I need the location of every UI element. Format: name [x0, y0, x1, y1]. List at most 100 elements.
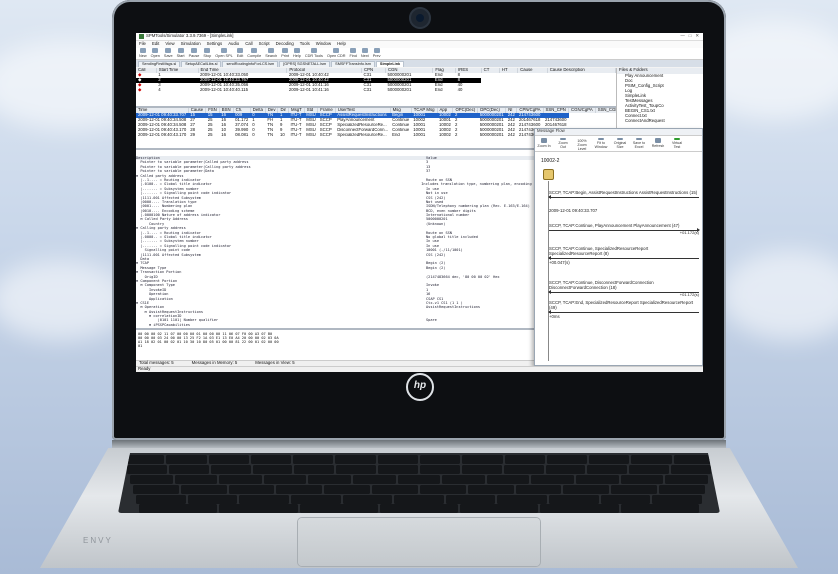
flow-message[interactable]: SCCP, TCAP:Continue, PlayAnnouncement Pl…: [549, 223, 700, 236]
keyboard-key[interactable]: [442, 475, 485, 484]
keyboard-key[interactable]: [130, 475, 173, 484]
keyboard-key[interactable]: [486, 475, 530, 484]
keyboard-key[interactable]: [127, 465, 167, 474]
call-row[interactable]: ◆ 4 2009-12-01 10:40:40.115 2009-12-01 10:4…: [136, 88, 616, 93]
keyboard-key[interactable]: [503, 465, 544, 474]
keyboard-key[interactable]: [462, 455, 503, 464]
ribbon-button-open[interactable]: Open: [151, 48, 160, 58]
flow-message[interactable]: +0ms: [549, 314, 699, 320]
ribbon-button-pause[interactable]: Pause: [189, 48, 199, 58]
flow-message[interactable]: SCCP, TCAP:Continue, SpecializedResource…: [548, 246, 699, 261]
keyboard-key[interactable]: [620, 504, 699, 513]
flow-message[interactable]: SCCP, TCAP:Begin, AssistRequestInstructi…: [548, 190, 699, 200]
ribbon-button-search[interactable]: Search: [265, 48, 277, 58]
keyboard-key[interactable]: [611, 485, 658, 494]
keyboard-key[interactable]: [515, 485, 562, 494]
keyboard-key[interactable]: [531, 475, 575, 484]
menu-window[interactable]: Window: [316, 41, 331, 47]
keyboard-key[interactable]: [353, 475, 396, 484]
keyboard-key[interactable]: [631, 455, 672, 464]
keyboard-key[interactable]: [461, 465, 502, 474]
keyboard-key[interactable]: [671, 465, 712, 474]
keyboard-key[interactable]: [187, 495, 238, 504]
flow-zoom-in-button[interactable]: Zoom In: [537, 138, 551, 149]
menu-decoding[interactable]: Decoding: [276, 41, 294, 47]
call-column-header[interactable]: HT: [499, 68, 519, 73]
keyboard-key[interactable]: [419, 485, 466, 494]
keyboard-key[interactable]: [294, 465, 335, 474]
menu-file[interactable]: File: [139, 41, 146, 47]
document-tab[interactable]: SendingFirstMsgs.sl: [138, 61, 181, 67]
flow-virtual-test-button[interactable]: Virtual Test: [670, 138, 684, 149]
document-tab[interactable]: SMSFFTransInfo.lsm: [331, 61, 375, 67]
flow-original-size-button[interactable]: Original Size: [613, 138, 627, 149]
keyboard-key[interactable]: [335, 455, 376, 464]
menu-view[interactable]: View: [165, 41, 174, 47]
keyboard-key[interactable]: [397, 475, 441, 484]
keyboard-key[interactable]: [497, 495, 548, 504]
keyboard-key[interactable]: [208, 455, 249, 464]
keyboard-key[interactable]: [336, 465, 377, 474]
keyboard-key[interactable]: [210, 465, 251, 474]
keyboard-key[interactable]: [665, 475, 708, 484]
ribbon-button-start[interactable]: Start: [177, 48, 185, 58]
document-tab[interactable]: [GPRS] SGSNETALL.lsm: [279, 61, 331, 67]
keyboard-key[interactable]: [545, 465, 586, 474]
menu-edit[interactable]: Edit: [152, 41, 159, 47]
flow-fit-to-window-button[interactable]: Fit to Window: [594, 138, 608, 149]
keyboard-key[interactable]: [587, 465, 628, 474]
flow-message[interactable]: +00.047(s): [549, 260, 699, 266]
keyboard-key[interactable]: [180, 485, 227, 494]
ribbon-button-save[interactable]: Save: [164, 48, 173, 58]
keyboard-key[interactable]: [136, 495, 186, 504]
keyboard-key[interactable]: [659, 485, 705, 494]
keyboard-key[interactable]: [276, 485, 323, 494]
call-column-header[interactable]: Cause Description: [547, 68, 617, 73]
keyboard-key[interactable]: [563, 485, 610, 494]
ribbon-button-next[interactable]: Next: [361, 48, 369, 58]
keyboard-key[interactable]: [419, 455, 461, 464]
keyboard-key[interactable]: [420, 465, 460, 474]
keyboard-key[interactable]: [290, 495, 341, 504]
keyboard-key[interactable]: [589, 455, 630, 464]
ribbon-button-cdr-tools[interactable]: CDR Tools: [305, 48, 323, 58]
keyboard-key[interactable]: [239, 495, 289, 504]
keyboard-key[interactable]: [673, 455, 714, 464]
keyboard-key[interactable]: [652, 495, 703, 504]
flow-save-to-excel-button[interactable]: Save to Excel: [632, 138, 646, 149]
call-column-header[interactable]: Cause: [517, 68, 548, 73]
keyboard-key[interactable]: [629, 465, 670, 474]
ribbon-button-compile[interactable]: Compile: [247, 48, 261, 58]
ribbon-button-print[interactable]: Print: [281, 48, 289, 58]
menu-help[interactable]: Help: [337, 41, 346, 47]
flow-refresh-button[interactable]: Refresh: [651, 138, 665, 149]
keyboard-key[interactable]: [252, 465, 293, 474]
keyboard-key[interactable]: [378, 465, 419, 474]
flow-message[interactable]: SCCP, TCAP:End, SpecializedResourceRepor…: [548, 300, 699, 315]
ribbon-button-find[interactable]: Find: [350, 48, 357, 58]
keyboard-key[interactable]: [445, 495, 496, 504]
document-tab[interactable]: sendRoutingInfoForLCS.lsm: [222, 61, 279, 67]
ribbon-button-new[interactable]: New: [139, 48, 147, 58]
keyboard-key[interactable]: [460, 504, 539, 513]
document-tab[interactable]: SetupAECallLibs.sl: [181, 61, 222, 67]
message-column-header[interactable]: SSN_CPN: [543, 108, 570, 113]
ribbon-button-edit[interactable]: Edit: [237, 48, 243, 58]
keyboard-key[interactable]: [546, 455, 588, 464]
keyboard-key[interactable]: [133, 485, 179, 494]
keyboard-key[interactable]: [228, 485, 275, 494]
keyboard-key[interactable]: [139, 504, 218, 513]
ribbon-button-help[interactable]: Help: [293, 48, 301, 58]
menu-simulation[interactable]: Simulation: [181, 41, 201, 47]
keyboard-key[interactable]: [219, 475, 262, 484]
keyboard-key[interactable]: [293, 455, 334, 464]
keyboard-key[interactable]: [504, 455, 545, 464]
keyboard-key[interactable]: [467, 485, 514, 494]
document-tab[interactable]: SimpleLink: [375, 61, 405, 67]
keyboard-key[interactable]: [250, 455, 292, 464]
keyboard-key[interactable]: [308, 475, 352, 484]
keyboard-key[interactable]: [576, 475, 619, 484]
menu-settings[interactable]: Settings: [207, 41, 223, 47]
minimize-button[interactable]: —: [680, 33, 684, 39]
keyboard-key[interactable]: [174, 475, 218, 484]
